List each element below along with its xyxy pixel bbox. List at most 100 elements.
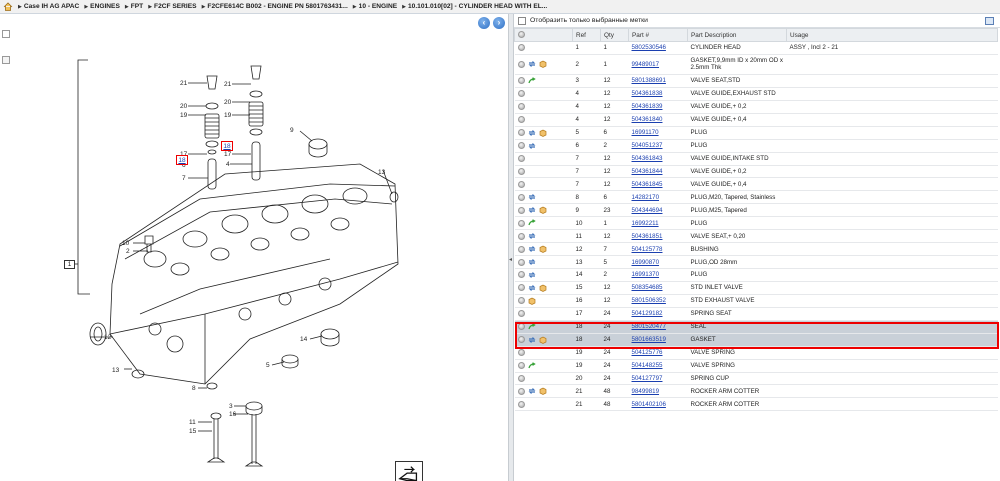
substitute-icon[interactable] <box>528 129 536 137</box>
breadcrumb-item[interactable]: ▶ Case IH AG APAC <box>18 3 79 10</box>
cell-part-number-text[interactable]: 504129182 <box>632 310 663 317</box>
replacement-arrow-icon[interactable] <box>527 361 536 370</box>
select-row-icon[interactable] <box>517 206 525 214</box>
select-row-icon[interactable] <box>517 193 525 201</box>
parts-row[interactable]: 18 24 5801663519 GASKET <box>514 333 998 347</box>
select-row-icon[interactable] <box>517 232 525 240</box>
callout-12[interactable]: 12 <box>104 334 112 341</box>
cell-part-number-text[interactable]: 5801520477 <box>632 323 666 330</box>
breadcrumb-item[interactable]: ▶ F2CFE614C B002 - ENGINE PN 5801763431..… <box>202 3 348 10</box>
callout-21[interactable]: 21 <box>180 80 188 87</box>
select-row-icon[interactable] <box>517 362 525 370</box>
replacement-arrow-icon[interactable] <box>527 219 536 227</box>
substitute-icon[interactable] <box>528 142 536 150</box>
substitute-icon[interactable] <box>528 206 536 214</box>
header-description[interactable]: Part Description <box>687 28 787 42</box>
substitute-icon[interactable] <box>528 271 536 279</box>
next-diagram-icon[interactable] <box>395 461 423 481</box>
cell-part-number-text[interactable]: 504127797 <box>632 375 663 382</box>
group-callout-1[interactable]: 1 <box>64 260 75 269</box>
parts-row[interactable]: 9 23 504344694 PLUG,M25, Tapered <box>514 203 998 218</box>
callout-21[interactable]: 21 <box>224 81 232 88</box>
callout-15[interactable]: 15 <box>189 428 197 435</box>
select-row-icon[interactable] <box>517 167 525 175</box>
parts-row[interactable]: 2 1 99489017 GASKET,9,9mm ID x 20mm OD x 2.… <box>514 54 998 75</box>
parts-row[interactable]: 18 24 5801520477 SEAL <box>514 320 998 334</box>
cell-part-number-text[interactable]: 5801506352 <box>632 297 666 304</box>
callout-5[interactable]: 5 <box>266 362 270 369</box>
select-row-icon[interactable] <box>517 374 525 382</box>
parts-row[interactable]: 7 12 504361844 VALVE GUIDE,+ 0,2 <box>514 165 998 179</box>
kit-icon[interactable] <box>539 284 547 292</box>
callout-18-highlighted[interactable]: 18 <box>176 155 188 165</box>
collapse-icon[interactable]: ◂ <box>509 256 513 266</box>
substitute-icon[interactable] <box>528 336 536 344</box>
cell-part-number-text[interactable]: 504361851 <box>632 233 663 240</box>
cell-part-number-text[interactable]: 504125778 <box>632 246 663 253</box>
substitute-icon[interactable] <box>528 258 536 266</box>
parts-row[interactable]: 14 2 16991370 PLUG <box>514 268 998 282</box>
parts-row[interactable]: 1 1 5802530546 CYLINDER HEAD ASSY , Incl 2 -… <box>514 41 998 55</box>
select-row-icon[interactable] <box>517 90 525 98</box>
select-row-icon[interactable] <box>517 129 525 137</box>
parts-row[interactable]: 12 7 504125778 BUSHING <box>514 242 998 257</box>
parts-row[interactable]: 7 12 504361843 VALVE GUIDE,INTAKE STD <box>514 152 998 166</box>
select-row-icon[interactable] <box>517 77 525 85</box>
parts-row[interactable]: 16 12 5801506352 STD EXHAUST VALVE <box>514 294 998 308</box>
select-row-icon[interactable] <box>517 400 525 408</box>
cell-part-number-text[interactable]: 504361843 <box>632 155 663 162</box>
select-row-icon[interactable] <box>517 60 525 68</box>
select-row-icon[interactable] <box>517 271 525 279</box>
breadcrumb-item[interactable]: ▶ ENGINES <box>84 3 120 10</box>
header-part-number[interactable]: Part # <box>628 28 688 42</box>
callout-16[interactable]: 16 <box>229 411 237 418</box>
cell-part-number-text[interactable]: 98499819 <box>632 388 660 395</box>
callout-13[interactable]: 13 <box>378 169 386 176</box>
callout-20[interactable]: 20 <box>224 99 232 106</box>
select-row-icon[interactable] <box>517 387 525 395</box>
select-row-icon[interactable] <box>517 155 525 163</box>
parts-row[interactable]: 21 48 5801402106 ROCKER ARM COTTER <box>514 397 998 412</box>
breadcrumb-item[interactable]: ▶ FPT <box>125 3 143 10</box>
cell-part-number-text[interactable]: 5802530546 <box>632 44 666 51</box>
parts-row[interactable]: 3 12 5801388691 VALVE SEAT,STD <box>514 74 998 88</box>
substitute-icon[interactable] <box>528 232 536 240</box>
select-row-icon[interactable] <box>517 310 525 318</box>
parts-row[interactable]: 8 6 14282170 PLUG,M20, Tapered, Stainless <box>514 190 998 205</box>
cell-part-number-text[interactable]: 16991370 <box>632 271 660 278</box>
replacement-arrow-icon[interactable] <box>527 322 536 331</box>
breadcrumb-item[interactable]: ▶ 10.101.010[02] - CYLINDER HEAD WITH EL.… <box>402 3 547 10</box>
kit-icon[interactable] <box>539 387 547 396</box>
select-row-icon[interactable] <box>517 44 525 52</box>
callout-14[interactable]: 14 <box>300 336 308 343</box>
replacement-arrow-icon[interactable] <box>527 77 536 85</box>
callout-20[interactable]: 20 <box>180 103 188 110</box>
select-row-icon[interactable] <box>517 142 525 150</box>
kit-icon[interactable] <box>539 206 547 215</box>
callout-17[interactable]: 17 <box>224 151 232 158</box>
cell-part-number-text[interactable]: 504344694 <box>632 207 663 214</box>
select-row-icon[interactable] <box>517 245 525 253</box>
cell-part-number-text[interactable]: 504051237 <box>632 142 663 149</box>
select-row-icon[interactable] <box>517 284 525 292</box>
parts-row[interactable]: 21 48 98499819 ROCKER ARM COTTER <box>514 384 998 399</box>
cell-part-number-text[interactable]: 504361840 <box>632 116 663 123</box>
breadcrumb-item[interactable]: ▶ F2CF SERIES <box>148 3 196 10</box>
cell-part-number-text[interactable]: 504361845 <box>632 181 663 188</box>
callout-8[interactable]: 8 <box>192 385 196 392</box>
substitute-icon[interactable] <box>528 245 536 253</box>
select-row-icon[interactable] <box>517 323 525 331</box>
export-icon[interactable] <box>985 17 994 25</box>
parts-row[interactable]: 20 24 504127797 SPRING CUP <box>514 372 998 386</box>
breadcrumb-item[interactable]: ▶ 10 - ENGINE <box>353 3 397 10</box>
select-row-icon[interactable] <box>517 297 525 305</box>
callout-18-highlighted[interactable]: 18 <box>221 141 233 151</box>
kit-icon[interactable] <box>539 336 547 344</box>
cell-part-number-text[interactable]: 5801402106 <box>632 401 666 408</box>
substitute-icon[interactable] <box>528 284 536 292</box>
parts-row[interactable]: 19 24 504148255 VALVE SPRING <box>514 359 998 373</box>
parts-row[interactable]: 4 12 504361838 VALVE GUIDE,EXHAUST STD <box>514 87 998 101</box>
substitute-icon[interactable] <box>528 387 536 395</box>
select-row-icon[interactable] <box>517 180 525 188</box>
parts-row[interactable]: 17 24 504129182 SPRING SEAT <box>514 307 998 321</box>
